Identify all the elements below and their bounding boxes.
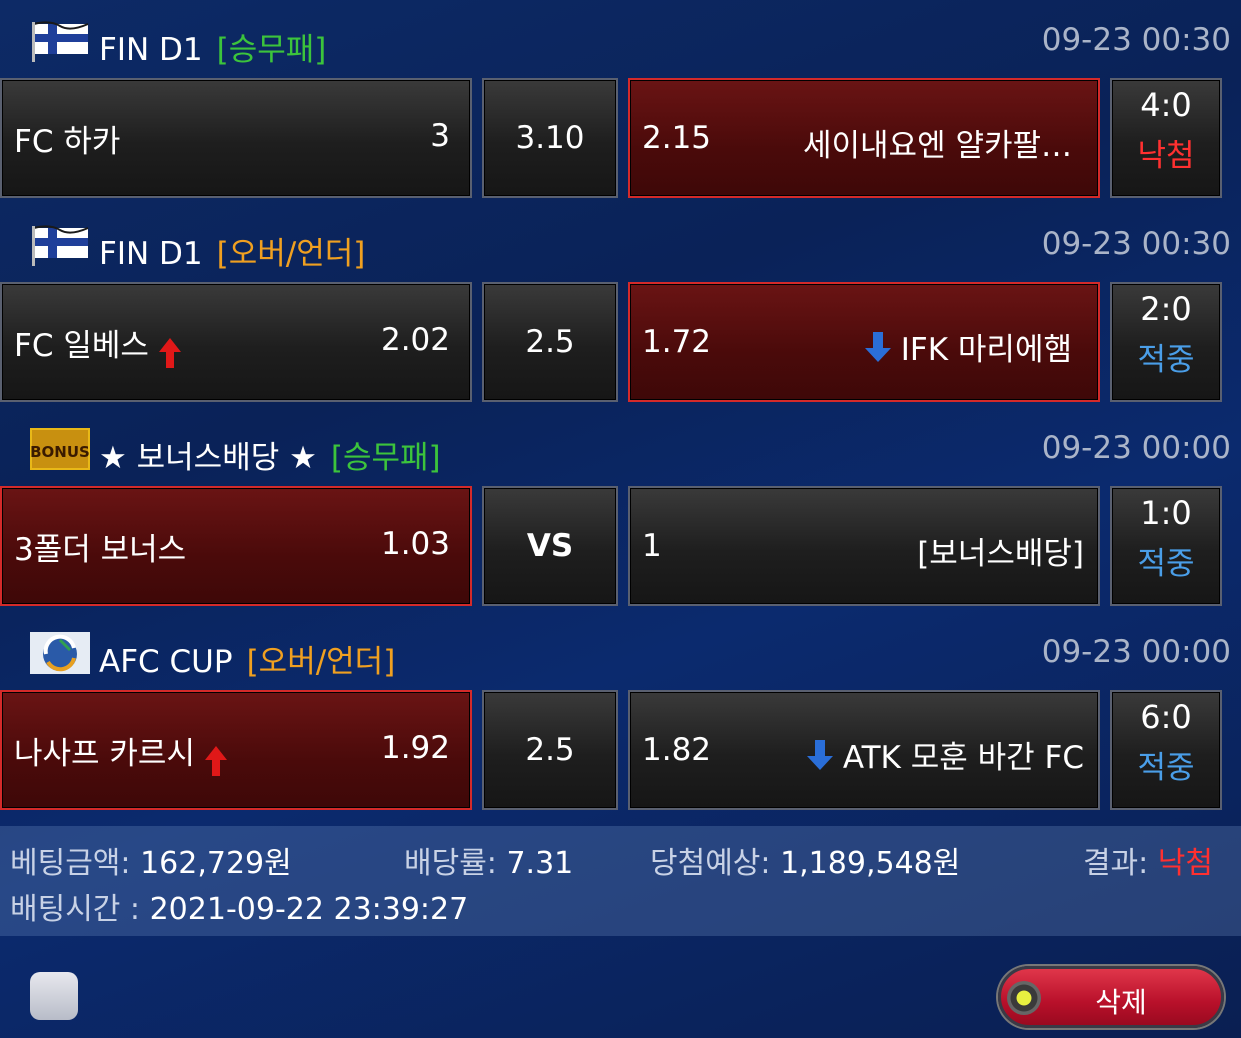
home-team-name-wrap: 나사프 카르시 (14, 728, 229, 778)
result-status: 낙첨 (1137, 138, 1195, 174)
afc-logo-icon (30, 632, 90, 674)
result-status: 적중 (1137, 342, 1195, 378)
home-odd: 1.92 (380, 730, 450, 766)
bet-amount: 베팅금액: 162,729원 (10, 846, 292, 881)
handicap-cell[interactable]: 2.5 (482, 282, 618, 402)
handicap-cell[interactable]: 2.5 (482, 690, 618, 810)
bet-slip-match-3: BONUS ★ 보너스배당 ★ [승무패] 09-23 00:00 3폴더 보너스… (0, 408, 1241, 612)
bonus-badge-text: BONUS (30, 443, 90, 461)
bonus-badge-icon: BONUS (30, 428, 90, 470)
bet-summary: 베팅금액: 162,729원 배당률: 7.31 당첨예상: 1,189,548… (0, 826, 1241, 936)
league-name: ★ 보너스배당 ★ [승무패] (99, 440, 441, 476)
arrow-down-icon (806, 740, 833, 770)
away-team-cell[interactable]: 2.15 세이내요엔 얄카팔… (628, 78, 1100, 198)
bet-type: [오버/언더] (216, 236, 366, 272)
expected-payout: 당첨예상: 1,189,548원 (650, 846, 961, 881)
arrow-up-icon (158, 338, 181, 368)
away-team-name: 세이내요엔 얄카팔… (802, 128, 1072, 164)
score-cell: 1:0 적중 (1110, 486, 1222, 606)
home-team-name: 3폴더 보너스 (14, 532, 187, 568)
away-team-name: [보너스배당] (917, 536, 1084, 572)
league-name: FIN D1 [승무패] (99, 32, 327, 68)
bet-slip-match-2: FIN D1 [오버/언더] 09-23 00:30 FC 일베스 2.02 2.… (0, 204, 1241, 408)
away-team-cell[interactable]: 1.72 IFK 마리에햄 (628, 282, 1100, 402)
score-cell: 4:0 낙첨 (1110, 78, 1222, 198)
arrow-down-icon (864, 332, 891, 362)
result-status: 적중 (1137, 546, 1195, 582)
home-team-cell[interactable]: 3폴더 보너스 1.03 (0, 486, 472, 606)
away-odd: 1.72 (642, 324, 712, 360)
match-time: 09-23 00:30 (1041, 226, 1231, 262)
bet-slip-match-4: AFC CUP [오버/언더] 09-23 00:00 나사프 카르시 1.92 … (0, 612, 1241, 816)
vs-cell[interactable]: VS (482, 486, 618, 606)
home-team-cell[interactable]: FC 일베스 2.02 (0, 282, 472, 402)
home-odd: 1.03 (380, 526, 450, 562)
away-team-name-wrap: ATK 모훈 바간 FC (805, 732, 1084, 777)
league-row: FIN D1 [승무패] 09-23 00:30 (0, 0, 1241, 76)
match-time: 09-23 00:00 (1041, 634, 1231, 670)
bet-time: 배팅시간 : 2021-09-22 23:39:27 (10, 892, 469, 927)
home-team-name: FC 하카 (14, 124, 121, 160)
league-row: BONUS ★ 보너스배당 ★ [승무패] 09-23 00:00 (0, 408, 1241, 484)
score: 1:0 (1140, 494, 1192, 532)
league-name: FIN D1 [오버/언더] (99, 236, 366, 272)
away-team-name: IFK 마리에햄 (900, 332, 1072, 368)
match-time: 09-23 00:00 (1041, 430, 1231, 466)
home-team-cell[interactable]: FC 하카 3 (0, 78, 472, 198)
draw-odd-cell[interactable]: 3.10 (482, 78, 618, 198)
total-odds: 배당률: 7.31 (404, 846, 574, 881)
bet-result: 결과: 낙첨 (1082, 846, 1213, 881)
away-team-cell[interactable]: 1 [보너스배당] (628, 486, 1100, 606)
finland-flag-icon (32, 225, 89, 266)
away-team-name-wrap: IFK 마리에햄 (863, 324, 1072, 369)
home-team-cell[interactable]: 나사프 카르시 1.92 (0, 690, 472, 810)
select-checkbox[interactable] (30, 972, 78, 1020)
bet-type: [승무패] (330, 440, 441, 476)
score: 6:0 (1140, 698, 1192, 736)
delete-button[interactable]: 삭제 (998, 966, 1224, 1028)
home-team-name: 나사프 카르시 (14, 736, 195, 772)
score-cell: 2:0 적중 (1110, 282, 1222, 402)
bet-slip-match-1: FIN D1 [승무패] 09-23 00:30 FC 하카 3 3.10 2.1… (0, 0, 1241, 204)
score: 2:0 (1140, 290, 1192, 328)
home-odd: 3 (430, 118, 450, 154)
match-time: 09-23 00:30 (1041, 22, 1231, 58)
league-row: AFC CUP [오버/언더] 09-23 00:00 (0, 612, 1241, 688)
bet-type: [승무패] (216, 32, 327, 68)
league-row: FIN D1 [오버/언더] 09-23 00:30 (0, 204, 1241, 280)
delete-label: 삭제 (1095, 986, 1147, 1019)
away-odd: 1.82 (642, 732, 712, 768)
away-team-cell[interactable]: 1.82 ATK 모훈 바간 FC (628, 690, 1100, 810)
away-odd: 1 (642, 528, 662, 564)
away-odd: 2.15 (642, 120, 712, 156)
home-odd: 2.02 (380, 322, 450, 358)
away-team-name: ATK 모훈 바간 FC (842, 740, 1084, 776)
bet-type: [오버/언더] (246, 644, 396, 680)
score-cell: 6:0 적중 (1110, 690, 1222, 810)
league-name: AFC CUP [오버/언더] (99, 644, 396, 680)
score: 4:0 (1140, 86, 1192, 124)
arrow-up-icon (204, 746, 227, 776)
result-status: 적중 (1137, 750, 1195, 786)
home-team-name: FC 일베스 (14, 328, 149, 364)
finland-flag-icon (32, 21, 89, 62)
home-team-name-wrap: FC 일베스 (14, 320, 183, 370)
